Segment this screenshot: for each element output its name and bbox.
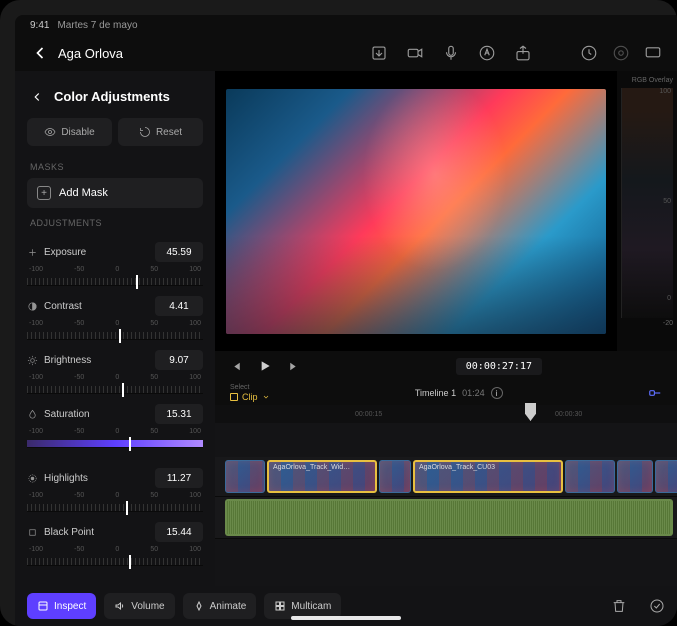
clip-selector[interactable]: Clip <box>230 392 270 402</box>
adj-slider[interactable]: -100-50050100 <box>27 320 203 342</box>
adj-slider[interactable]: -100-50050100 <box>27 374 203 396</box>
trash-icon[interactable] <box>611 598 627 614</box>
audio-clip[interactable] <box>225 499 673 536</box>
clip-icon <box>230 393 238 401</box>
adjustments-section-label: ADJUSTMENTS <box>15 208 215 234</box>
animate-button[interactable]: Animate <box>183 593 257 619</box>
scopes-panel: RGB Overlay 100 50 0 -20 <box>617 71 677 351</box>
masks-section-label: MASKS <box>15 152 215 178</box>
done-icon[interactable] <box>649 598 665 614</box>
connect-icon[interactable] <box>648 386 662 400</box>
chevron-down-icon <box>262 393 270 401</box>
exposure-icon <box>27 247 38 258</box>
bottom-toolbar: Inspect Volume Animate Multicam <box>15 586 677 626</box>
video-viewer[interactable] <box>215 71 617 351</box>
adj-label: Black Point <box>44 527 94 538</box>
next-frame-icon[interactable] <box>287 360 300 373</box>
volume-button[interactable]: Volume <box>104 593 174 619</box>
project-title: Aga Orlova <box>58 46 123 61</box>
volume-icon <box>114 600 126 612</box>
inspect-button[interactable]: Inspect <box>27 593 96 619</box>
status-time: 9:41 <box>30 20 49 31</box>
adj-value[interactable]: 9.07 <box>155 350 203 370</box>
inspect-icon <box>37 600 49 612</box>
adj-value[interactable]: 45.59 <box>155 242 203 262</box>
adj-label: Highlights <box>44 473 88 484</box>
import-icon[interactable] <box>370 44 388 62</box>
info-icon[interactable]: i <box>491 387 503 399</box>
history-icon[interactable] <box>580 44 598 62</box>
status-date: Martes 7 de mayo <box>57 20 137 31</box>
settings-icon[interactable] <box>612 44 630 62</box>
contrast-icon <box>27 301 38 312</box>
camera-icon[interactable] <box>406 44 424 62</box>
title-bar: Aga Orlova <box>15 35 677 71</box>
video-clip[interactable] <box>225 460 265 493</box>
multicam-icon <box>274 600 286 612</box>
video-clip[interactable]: AgaOrlova_Track_Wid… <box>267 460 377 493</box>
highlights-icon <box>27 473 38 484</box>
panel-header: Color Adjustments <box>15 81 215 112</box>
video-track[interactable]: AgaOrlova_Track_Wid… AgaOrlova_Track_CU0… <box>215 457 677 497</box>
panel-title: Color Adjustments <box>54 89 170 104</box>
timeline-tracks[interactable]: AgaOrlova_Track_Wid… AgaOrlova_Track_CU0… <box>215 423 677 586</box>
mic-icon[interactable] <box>442 44 460 62</box>
reset-icon <box>139 126 151 138</box>
share-icon[interactable] <box>514 44 532 62</box>
back-icon[interactable] <box>30 43 50 63</box>
reset-button[interactable]: Reset <box>118 118 203 146</box>
adj-value[interactable]: 15.31 <box>155 404 203 424</box>
video-frame <box>226 89 606 334</box>
chevron-left-icon[interactable] <box>30 90 44 104</box>
inspector-sidebar: Color Adjustments Disable Reset MASKS + … <box>15 71 215 586</box>
adj-value[interactable]: 15.44 <box>155 522 203 542</box>
audio-track[interactable] <box>215 497 677 539</box>
prev-frame-icon[interactable] <box>230 360 243 373</box>
timeline-ruler[interactable]: 00:00:15 00:00:30 <box>215 405 677 423</box>
timeline-title: Timeline 1 <box>415 388 456 398</box>
timecode-display[interactable]: 00:00:27:17 <box>456 358 542 375</box>
adj-slider[interactable]: -100-50050100 <box>27 492 203 514</box>
saturation-icon <box>27 409 38 420</box>
adj-label: Exposure <box>44 247 86 258</box>
adj-label: Contrast <box>44 301 82 312</box>
video-clip[interactable]: AgaOrlova_Track_CU03 <box>413 460 563 493</box>
adj-label: Brightness <box>44 355 91 366</box>
black-point-icon <box>27 527 38 538</box>
display-icon[interactable] <box>644 44 662 62</box>
scope-title: RGB Overlay <box>621 77 673 84</box>
add-mask-button[interactable]: + Add Mask <box>27 178 203 208</box>
adj-label: Saturation <box>44 409 90 420</box>
animate-icon <box>193 600 205 612</box>
adj-slider[interactable]: -100-50050100 <box>27 266 203 288</box>
timeline-duration: 01:24 <box>462 388 485 398</box>
video-clip[interactable] <box>617 460 653 493</box>
adj-slider[interactable]: -100-50050100 <box>27 546 203 568</box>
plus-icon: + <box>37 186 51 200</box>
play-icon[interactable] <box>257 358 273 374</box>
video-clip[interactable] <box>379 460 411 493</box>
adj-slider[interactable]: -100-50050100 <box>27 428 203 450</box>
status-bar: 9:41 Martes 7 de mayo <box>15 15 677 35</box>
adj-value[interactable]: 4.41 <box>155 296 203 316</box>
disable-button[interactable]: Disable <box>27 118 112 146</box>
video-clip[interactable] <box>565 460 615 493</box>
text-style-icon[interactable] <box>478 44 496 62</box>
timeline-header: Select Clip Timeline 1 01:24 i <box>215 381 677 405</box>
video-clip[interactable] <box>655 460 677 493</box>
scope-graph: 100 50 0 <box>621 88 673 318</box>
eye-icon <box>44 126 56 138</box>
brightness-icon <box>27 355 38 366</box>
home-indicator[interactable] <box>291 616 401 620</box>
adj-value[interactable]: 11.27 <box>155 468 203 488</box>
transport-controls: 00:00:27:17 <box>215 351 677 381</box>
